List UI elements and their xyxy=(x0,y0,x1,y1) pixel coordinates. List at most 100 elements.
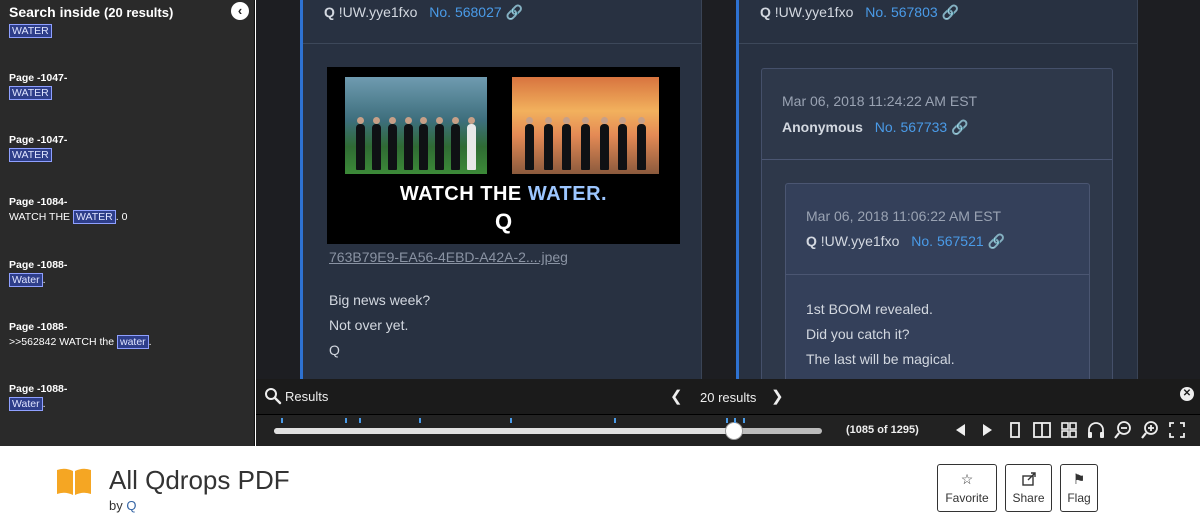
quoted-post-date: Mar 06, 2018 11:06:22 AM EST xyxy=(806,208,1002,224)
bookreader-app: Search inside (20 results) ‹ WATER Page … xyxy=(0,0,1200,519)
grid-icon xyxy=(1061,422,1077,438)
byline-prefix: by xyxy=(109,498,123,513)
search-result-item[interactable]: Page -1088- Water. xyxy=(9,383,67,411)
thumbnail-view-button[interactable] xyxy=(1058,419,1080,441)
result-context: . xyxy=(42,274,46,286)
search-result-tick[interactable] xyxy=(281,418,284,423)
post-number-link[interactable]: No. 567803 🔗 xyxy=(865,4,959,20)
search-result-tick[interactable] xyxy=(345,418,348,423)
two-page-view-button[interactable] xyxy=(1031,419,1053,441)
link-icon: 🔗 xyxy=(987,233,1005,249)
reader-toolbar: (1085 of 1295) xyxy=(256,415,1200,446)
post-card-left: Q !UW.yye1fxo No. 568027 🔗 WATCH THE WAT… xyxy=(300,0,702,379)
search-result-tick[interactable] xyxy=(613,418,616,423)
people-figures xyxy=(353,116,479,170)
search-result-tick[interactable] xyxy=(726,418,729,423)
search-icon[interactable] xyxy=(264,387,282,405)
fullscreen-button[interactable] xyxy=(1166,419,1188,441)
search-result-tick[interactable] xyxy=(742,418,745,423)
post-header: Q !UW.yye1fxo No. 567803 🔗 xyxy=(760,4,959,21)
single-page-icon xyxy=(1010,422,1020,438)
result-context: . xyxy=(42,398,46,410)
search-hit-highlight: water xyxy=(116,335,149,349)
previous-result-button[interactable]: ❮ xyxy=(670,387,683,405)
nested-quoted-post: Mar 06, 2018 11:06:22 AM EST Q !UW.yye1f… xyxy=(785,183,1090,379)
flag-button[interactable]: ⚑ Flag xyxy=(1060,464,1098,512)
one-page-view-button[interactable] xyxy=(1004,419,1026,441)
result-page-label: Page -1088- xyxy=(9,383,68,395)
read-aloud-button[interactable] xyxy=(1085,419,1107,441)
post-number: No. 567521 xyxy=(911,233,984,249)
search-result-item[interactable]: WATER xyxy=(9,24,52,38)
meme-signature: Q xyxy=(494,209,513,234)
post-image[interactable]: WATCH THE WATER. Q xyxy=(327,67,680,244)
share-icon xyxy=(1006,471,1051,487)
search-panel-header: Search inside (20 results) xyxy=(9,4,173,20)
chevron-right-icon: ❯ xyxy=(771,388,784,405)
share-button[interactable]: Share xyxy=(1005,464,1052,512)
search-result-tick[interactable] xyxy=(734,418,737,423)
post-body-line: Big news week? xyxy=(329,292,431,308)
search-result-tick[interactable] xyxy=(419,418,422,423)
search-result-item[interactable]: Page -1084- WATCH THE WATER. 0 xyxy=(9,196,127,224)
star-icon: ☆ xyxy=(960,471,974,487)
post-number-link[interactable]: No. 568027 🔗 xyxy=(429,4,523,20)
search-hit-highlight: WATER xyxy=(9,86,52,100)
share-label: Share xyxy=(1012,491,1045,505)
close-results-button[interactable]: ✕ xyxy=(1180,387,1194,401)
search-hit-highlight: WATER xyxy=(9,24,52,38)
post-tripcode: !UW.yye1fxo xyxy=(338,4,418,20)
fullscreen-icon xyxy=(1169,422,1185,438)
quoted-post-divider xyxy=(762,159,1112,160)
post-tripcode: !UW.yye1fxo xyxy=(820,233,900,249)
collapse-panel-button[interactable]: ‹ xyxy=(231,2,249,20)
search-hit-highlight: WATER xyxy=(72,210,116,224)
search-result-item[interactable]: Page -1088- Water. xyxy=(9,259,67,287)
headphones-icon xyxy=(1088,422,1104,438)
next-result-button[interactable]: ❯ xyxy=(771,387,784,405)
search-result-item[interactable]: Page -1047- WATER xyxy=(9,72,67,100)
zoom-out-button[interactable] xyxy=(1112,419,1134,441)
search-result-tick[interactable] xyxy=(509,418,512,423)
prev-page-button[interactable] xyxy=(950,419,972,441)
result-context: WATCH THE xyxy=(9,211,73,223)
post-author: Q xyxy=(324,4,335,20)
quoted-post-divider xyxy=(786,274,1089,275)
page-slider-track[interactable] xyxy=(274,418,822,440)
search-hit-highlight: WATER xyxy=(9,148,52,162)
result-context: . 0 xyxy=(115,211,128,223)
result-context: >>562842 WATCH the xyxy=(9,336,117,348)
zoom-in-icon xyxy=(1141,421,1158,439)
search-result-item[interactable]: Page -1088- >>562842 WATCH the water. xyxy=(9,321,152,349)
search-result-count: (20 results) xyxy=(103,5,174,20)
item-info-bar: All Qdrops PDF by Q ☆ Favorite Share ⚑ F… xyxy=(0,446,1200,519)
next-page-button[interactable] xyxy=(976,419,998,441)
group-photo-right xyxy=(512,77,659,174)
author-link[interactable]: Q xyxy=(126,498,136,513)
search-result-item[interactable]: Page -1047- WATER xyxy=(9,134,67,162)
post-tripcode: !UW.yye1fxo xyxy=(774,4,854,20)
item-byline: by Q xyxy=(109,498,136,513)
results-label: Results xyxy=(285,389,329,404)
meme-caption: WATCH THE WATER. xyxy=(327,183,680,206)
post-header: Q !UW.yye1fxo No. 568027 🔗 xyxy=(324,4,523,21)
chevron-left-icon: ‹ xyxy=(237,3,243,18)
quoted-post-header: Q !UW.yye1fxo No. 567521 🔗 xyxy=(806,233,1005,250)
quoted-post-header: Anonymous No. 567733 🔗 xyxy=(782,119,969,136)
post-number-link[interactable]: No. 567521 🔗 xyxy=(911,233,1005,249)
quoted-post-date: Mar 06, 2018 11:24:22 AM EST xyxy=(782,93,978,109)
favorite-button[interactable]: ☆ Favorite xyxy=(937,464,997,512)
post-card-right: Q !UW.yye1fxo No. 567803 🔗 Mar 06, 2018 … xyxy=(736,0,1138,379)
item-title: All Qdrops PDF xyxy=(109,465,290,495)
page-indicator: (1085 of 1295) xyxy=(846,424,919,436)
search-results-bar: Results ❮ 20 results ❯ ✕ xyxy=(256,379,1200,415)
quoted-post: Mar 06, 2018 11:24:22 AM EST Anonymous N… xyxy=(761,68,1113,379)
close-icon: ✕ xyxy=(1182,388,1192,399)
zoom-in-button[interactable] xyxy=(1139,419,1161,441)
image-file-link[interactable]: 763B79E9-EA56-4EBD-A42A-2....jpeg xyxy=(329,249,568,265)
search-result-tick[interactable] xyxy=(358,418,361,423)
page-slider-thumb[interactable] xyxy=(725,422,744,440)
post-number-link[interactable]: No. 567733 🔗 xyxy=(875,119,969,135)
document-viewport[interactable]: Q !UW.yye1fxo No. 568027 🔗 WATCH THE WAT… xyxy=(256,0,1200,379)
meme-caption-text: WATCH THE xyxy=(399,183,522,205)
